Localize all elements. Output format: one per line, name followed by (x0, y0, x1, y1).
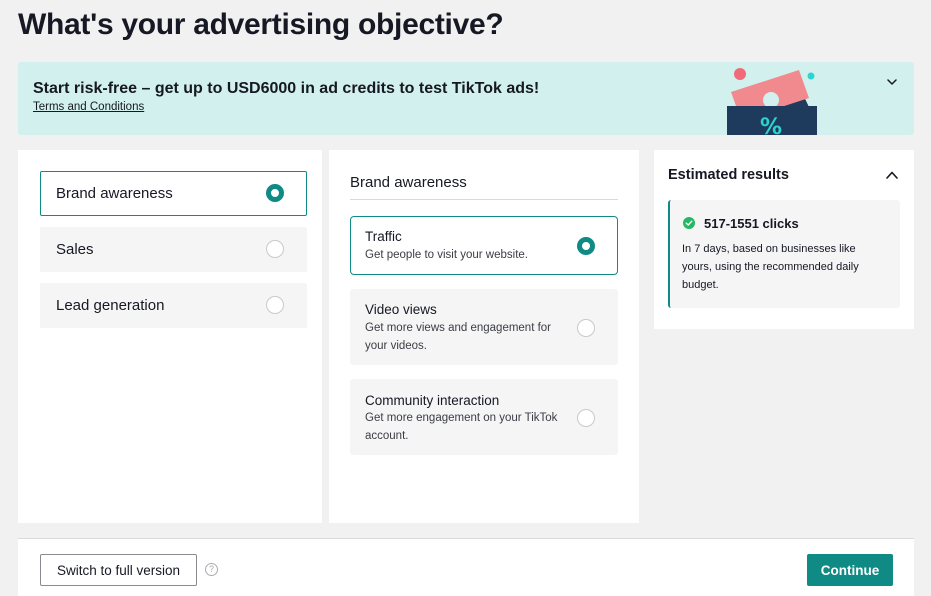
check-circle-icon (683, 217, 695, 229)
estimate-card: 517-1551 clicks In 7 days, based on busi… (668, 200, 900, 308)
goal-title: Video views (365, 302, 437, 317)
goal-description: Get more views and engagement for your v… (365, 322, 552, 352)
goal-title: Traffic (365, 229, 402, 244)
chevron-down-icon[interactable] (884, 74, 900, 90)
goal-options-panel: Brand awareness Traffic Get people to vi… (329, 150, 639, 523)
footer-bar: Switch to full version ? Continue (18, 538, 914, 596)
divider (350, 199, 618, 200)
estimated-results-panel: Estimated results 517-1551 clicks In 7 d… (654, 150, 914, 329)
objective-label: Brand awareness (56, 185, 173, 202)
promo-banner: Start risk-free – get up to USD6000 in a… (18, 62, 914, 135)
terms-link[interactable]: Terms and Conditions (33, 101, 144, 113)
radio-selected[interactable] (266, 184, 284, 202)
radio-selected[interactable] (577, 237, 595, 255)
radio-unselected[interactable] (266, 296, 284, 314)
objective-brand-awareness[interactable]: Brand awareness (40, 171, 307, 216)
goal-traffic[interactable]: Traffic Get people to visit your website… (350, 216, 618, 275)
goal-description: Get people to visit your website. (365, 249, 528, 261)
objective-list: Brand awareness Sales Lead generation (18, 150, 322, 523)
goal-community-interaction[interactable]: Community interaction Get more engagemen… (350, 379, 618, 455)
objective-label: Lead generation (56, 297, 165, 314)
radio-unselected[interactable] (577, 319, 595, 337)
switch-full-version-button[interactable]: Switch to full version (40, 554, 197, 586)
estimated-clicks: 517-1551 clicks (704, 216, 799, 231)
chevron-up-icon[interactable] (884, 167, 900, 183)
ad-credit-illustration: % (727, 68, 817, 135)
objective-sales[interactable]: Sales (40, 227, 307, 272)
help-icon[interactable]: ? (205, 563, 218, 576)
goal-description: Get more engagement on your TikTok accou… (365, 412, 558, 442)
banner-title: Start risk-free – get up to USD6000 in a… (33, 80, 540, 97)
goal-title: Community interaction (365, 393, 500, 408)
percent-symbol: % (760, 115, 782, 135)
estimate-description: In 7 days, based on businesses like your… (682, 243, 859, 291)
objective-label: Sales (56, 241, 94, 258)
goal-video-views[interactable]: Video views Get more views and engagemen… (350, 289, 618, 365)
radio-unselected[interactable] (266, 240, 284, 258)
continue-button[interactable]: Continue (807, 554, 893, 586)
objective-lead-generation[interactable]: Lead generation (40, 283, 307, 328)
goal-heading: Brand awareness (350, 174, 467, 191)
radio-unselected[interactable] (577, 409, 595, 427)
estimated-results-title: Estimated results (668, 167, 789, 183)
page-title: What's your advertising objective? (18, 8, 504, 41)
